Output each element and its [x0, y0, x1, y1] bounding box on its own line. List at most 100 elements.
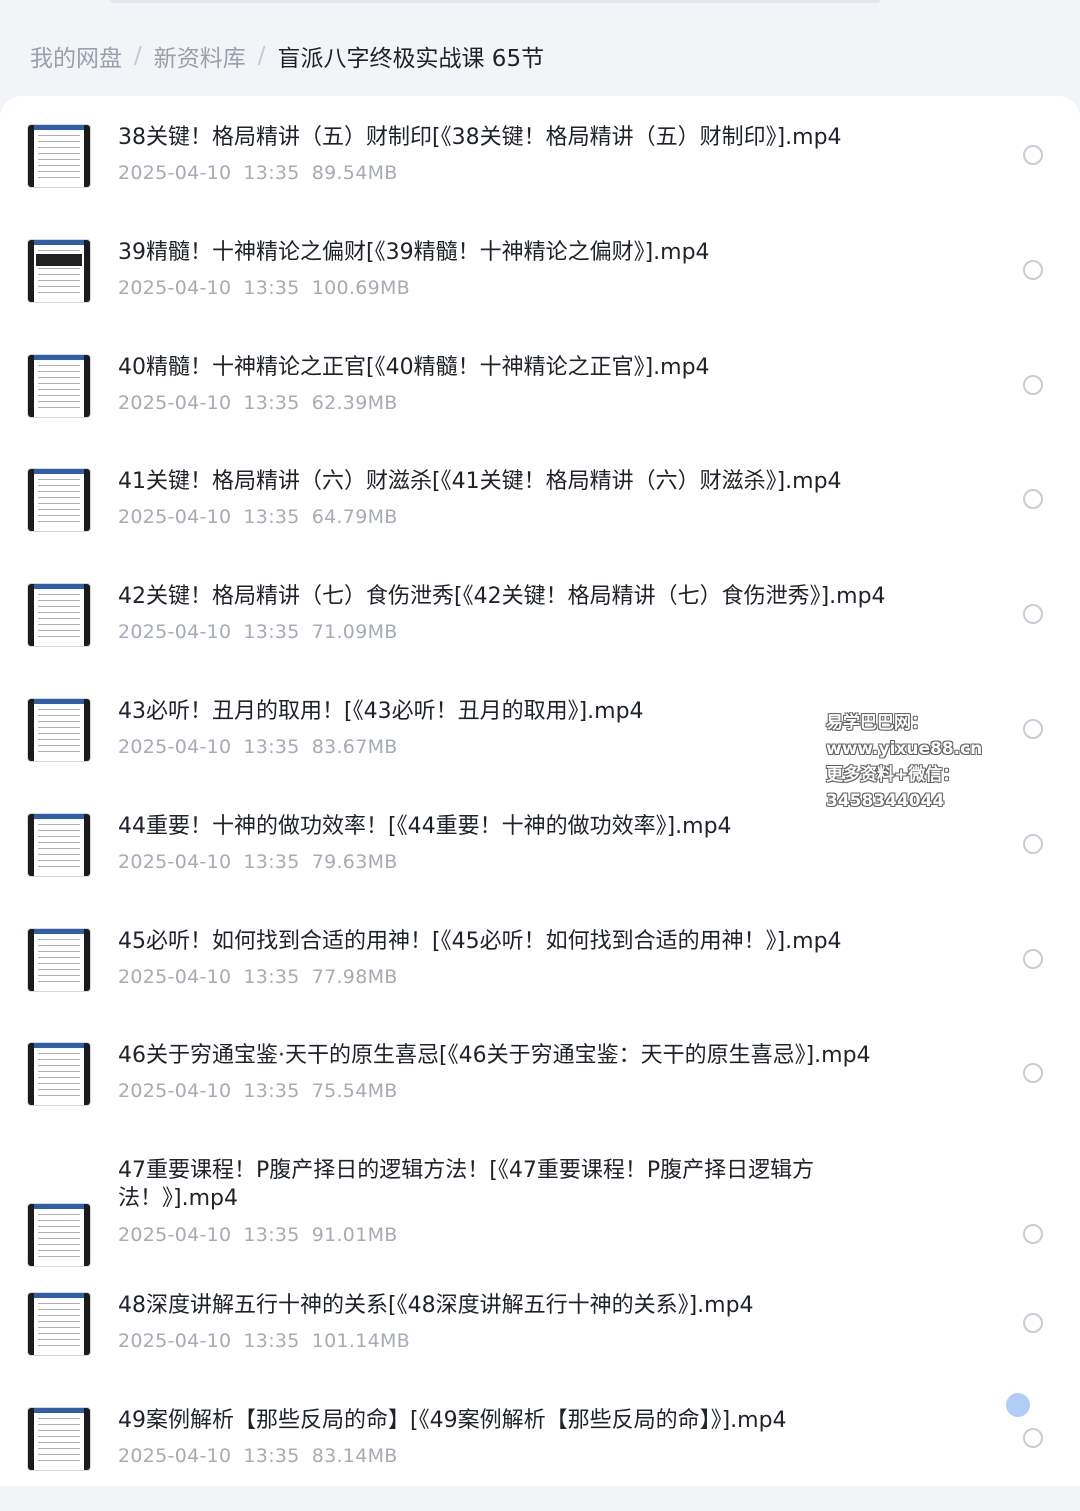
- watermark-line-2: 更多资料+微信：3458344044: [826, 765, 960, 811]
- file-meta: 2025-04-10 13:35 83.67MB: [118, 736, 410, 758]
- file-meta: 2025-04-10 13:35 91.01MB: [118, 1224, 410, 1246]
- video-thumbnail-icon: [27, 1203, 91, 1267]
- file-row[interactable]: 46关于穷通宝鉴·天干的原生喜忌[《46关于穷通宝鉴：天干的原生喜忌》].mp4…: [0, 1032, 1080, 1146]
- select-radio[interactable]: [1023, 1313, 1043, 1333]
- file-name[interactable]: 49案例解析【那些反局的命】[《49案例解析【那些反局的命】》].mp4: [118, 1407, 978, 1435]
- file-row[interactable]: 48深度讲解五行十神的关系[《48深度讲解五行十神的关系》].mp4 2025-0…: [0, 1282, 1080, 1396]
- breadcrumb-item-my-drive[interactable]: 我的网盘: [30, 39, 122, 73]
- file-time: 13:35: [243, 736, 300, 758]
- file-time: 13:35: [243, 1080, 300, 1102]
- select-radio[interactable]: [1023, 834, 1043, 854]
- video-thumbnail-icon: [27, 124, 91, 188]
- video-thumbnail-icon: [27, 1407, 91, 1471]
- file-size: 83.14MB: [311, 1445, 398, 1467]
- breadcrumb-item-library[interactable]: 新资料库: [154, 39, 246, 73]
- file-row[interactable]: 39精髓！十神精论之偏财[《39精髓！十神精论之偏财》].mp4 2025-04-…: [0, 229, 1080, 343]
- file-date: 2025-04-10: [118, 162, 232, 184]
- file-meta: 2025-04-10 13:35 77.98MB: [118, 966, 410, 988]
- file-time: 13:35: [243, 392, 300, 414]
- select-radio[interactable]: [1023, 604, 1043, 624]
- file-name[interactable]: 42关键！格局精讲（七）食伤泄秀[《42关键！格局精讲（七）食伤泄秀》].mp4: [118, 583, 978, 611]
- watermark: 易学巴巴网：www.yixue88.cn 更多资料+微信：3458344044: [826, 710, 1076, 814]
- select-radio[interactable]: [1023, 1224, 1043, 1244]
- select-radio[interactable]: [1023, 145, 1043, 165]
- file-row[interactable]: 41关键！格局精讲（六）财滋杀[《41关键！格局精讲（六）财滋杀》].mp4 20…: [0, 458, 1080, 572]
- breadcrumb-current-folder: 盲派八字终极实战课 65节: [277, 46, 545, 72]
- file-time: 13:35: [243, 277, 300, 299]
- select-radio[interactable]: [1023, 1063, 1043, 1083]
- top-edge-bar: [110, 0, 880, 3]
- file-time: 13:35: [243, 851, 300, 873]
- file-size: 71.09MB: [311, 621, 398, 643]
- file-size: 79.63MB: [311, 851, 398, 873]
- file-date: 2025-04-10: [118, 851, 232, 873]
- file-size: 100.69MB: [311, 277, 410, 299]
- file-meta: 2025-04-10 13:35 79.63MB: [118, 851, 410, 873]
- file-row[interactable]: 47重要课程！P腹产择日的逻辑方法！[《47重要课程！P腹产择日逻辑方法！》].…: [0, 1147, 1080, 1267]
- file-size: 64.79MB: [311, 506, 398, 528]
- breadcrumb: 我的网盘 / 新资料库 / 盲派八字终极实战课 65节: [30, 36, 544, 76]
- breadcrumb-separator: /: [257, 43, 266, 69]
- file-date: 2025-04-10: [118, 1224, 232, 1246]
- file-row[interactable]: 40精髓！十神精论之正官[《40精髓！十神精论之正官》].mp4 2025-04-…: [0, 344, 1080, 458]
- video-thumbnail-icon: [27, 583, 91, 647]
- file-time: 13:35: [243, 506, 300, 528]
- file-name[interactable]: 39精髓！十神精论之偏财[《39精髓！十神精论之偏财》].mp4: [118, 239, 978, 267]
- file-meta: 2025-04-10 13:35 62.39MB: [118, 392, 410, 414]
- file-date: 2025-04-10: [118, 506, 232, 528]
- file-time: 13:35: [243, 162, 300, 184]
- file-name[interactable]: 41关键！格局精讲（六）财滋杀[《41关键！格局精讲（六）财滋杀》].mp4: [118, 468, 978, 496]
- file-meta: 2025-04-10 13:35 75.54MB: [118, 1080, 410, 1102]
- video-thumbnail-icon: [27, 1292, 91, 1356]
- file-name[interactable]: 45必听！如何找到合适的用神！[《45必听！如何找到合适的用神！》].mp4: [118, 928, 978, 956]
- file-name[interactable]: 47重要课程！P腹产择日的逻辑方法！[《47重要课程！P腹产择日逻辑方法！》].…: [118, 1157, 878, 1213]
- file-time: 13:35: [243, 621, 300, 643]
- file-date: 2025-04-10: [118, 277, 232, 299]
- file-meta: 2025-04-10 13:35 89.54MB: [118, 162, 410, 184]
- breadcrumb-separator: /: [134, 43, 142, 69]
- file-size: 83.67MB: [311, 736, 398, 758]
- select-radio[interactable]: [1023, 1428, 1043, 1448]
- file-meta: 2025-04-10 13:35 64.79MB: [118, 506, 410, 528]
- watermark-line-1: 易学巴巴网：www.yixue88.cn: [826, 713, 983, 759]
- file-row[interactable]: 45必听！如何找到合适的用神！[《45必听！如何找到合适的用神！》].mp4 20…: [0, 918, 1080, 1032]
- video-thumbnail-icon: [27, 468, 91, 532]
- file-size: 62.39MB: [311, 392, 398, 414]
- file-meta: 2025-04-10 13:35 101.14MB: [118, 1330, 422, 1352]
- file-row[interactable]: 38关键！格局精讲（五）财制印[《38关键！格局精讲（五）财制印》].mp4 20…: [0, 114, 1080, 228]
- file-date: 2025-04-10: [118, 966, 232, 988]
- select-radio[interactable]: [1023, 375, 1043, 395]
- file-size: 77.98MB: [311, 966, 398, 988]
- video-thumbnail-icon: [27, 354, 91, 418]
- file-size: 91.01MB: [311, 1224, 398, 1246]
- select-radio[interactable]: [1023, 260, 1043, 280]
- video-thumbnail-icon: [27, 1042, 91, 1106]
- file-name[interactable]: 40精髓！十神精论之正官[《40精髓！十神精论之正官》].mp4: [118, 354, 978, 382]
- file-name[interactable]: 46关于穷通宝鉴·天干的原生喜忌[《46关于穷通宝鉴：天干的原生喜忌》].mp4: [118, 1042, 978, 1070]
- file-name[interactable]: 44重要！十神的做功效率！[《44重要！十神的做功效率》].mp4: [118, 813, 978, 841]
- video-thumbnail-icon: [27, 239, 91, 303]
- select-radio[interactable]: [1023, 489, 1043, 509]
- file-name[interactable]: 48深度讲解五行十神的关系[《48深度讲解五行十神的关系》].mp4: [118, 1292, 978, 1320]
- file-name[interactable]: 38关键！格局精讲（五）财制印[《38关键！格局精讲（五）财制印》].mp4: [118, 124, 978, 152]
- video-thumbnail-icon: [27, 928, 91, 992]
- video-thumbnail-icon: [27, 813, 91, 877]
- file-meta: 2025-04-10 13:35 71.09MB: [118, 621, 410, 643]
- file-date: 2025-04-10: [118, 621, 232, 643]
- file-time: 13:35: [243, 1224, 300, 1246]
- video-thumbnail-icon: [27, 698, 91, 762]
- file-row[interactable]: 49案例解析【那些反局的命】[《49案例解析【那些反局的命】》].mp4 2025…: [0, 1397, 1080, 1511]
- file-date: 2025-04-10: [118, 736, 232, 758]
- file-size: 89.54MB: [311, 162, 398, 184]
- file-row[interactable]: 42关键！格局精讲（七）食伤泄秀[《42关键！格局精讲（七）食伤泄秀》].mp4…: [0, 573, 1080, 687]
- floating-action-dot[interactable]: [1006, 1393, 1030, 1417]
- file-time: 13:35: [243, 966, 300, 988]
- file-date: 2025-04-10: [118, 1080, 232, 1102]
- file-size: 101.14MB: [311, 1330, 410, 1352]
- file-row[interactable]: 44重要！十神的做功效率！[《44重要！十神的做功效率》].mp4 2025-04…: [0, 803, 1080, 917]
- select-radio[interactable]: [1023, 949, 1043, 969]
- file-time: 13:35: [243, 1330, 300, 1352]
- file-meta: 2025-04-10 13:35 83.14MB: [118, 1445, 410, 1467]
- file-meta: 2025-04-10 13:35 100.69MB: [118, 277, 422, 299]
- file-size: 75.54MB: [311, 1080, 398, 1102]
